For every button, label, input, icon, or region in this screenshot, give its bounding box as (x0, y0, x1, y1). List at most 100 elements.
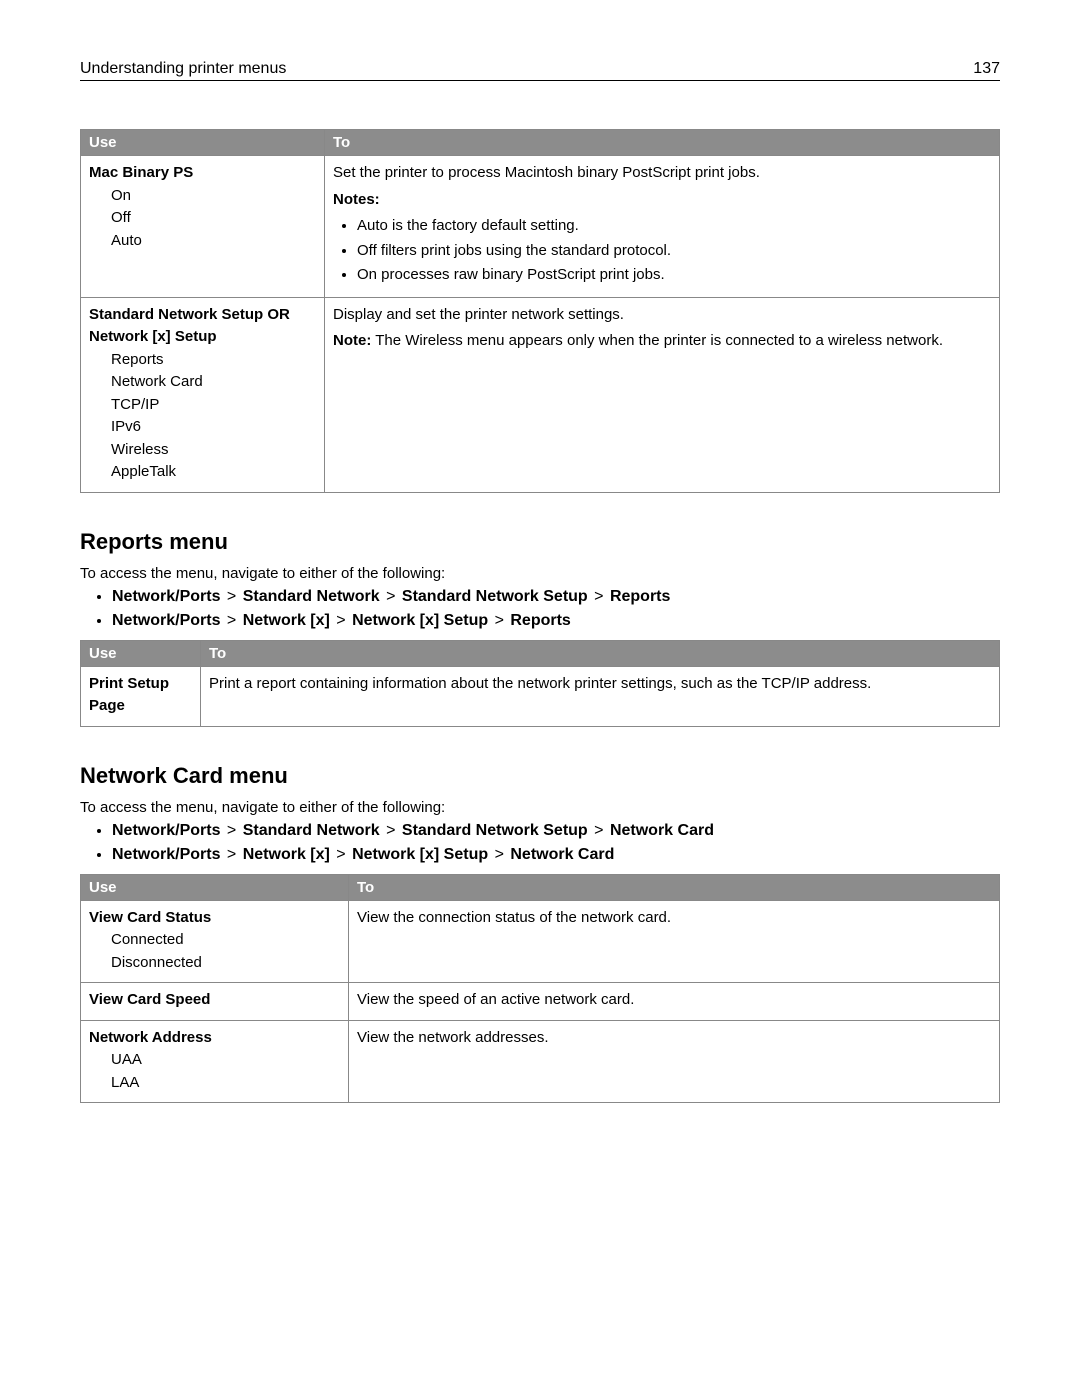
option-list: Connected Disconnected (89, 929, 340, 974)
crumb: Network/Ports (112, 612, 220, 629)
crumb: Network Card (510, 846, 614, 863)
table-row: Mac Binary PS On Off Auto Set the printe… (81, 156, 1000, 298)
breadcrumb-sep: > (225, 846, 238, 863)
crumb: Standard Network Setup (402, 822, 588, 839)
crumb: Network [x] Setup (352, 612, 488, 629)
note-text: The Wireless menu appears only when the … (371, 332, 943, 349)
table-row: Print Setup Page Print a report containi… (81, 666, 1000, 726)
option-list: Reports Network Card TCP/IP IPv6 Wireles… (89, 349, 316, 484)
table-row: Network Address UAA LAA View the network… (81, 1020, 1000, 1103)
option-item: LAA (111, 1072, 340, 1095)
breadcrumb: Network/Ports > Network [x] > Network [x… (112, 846, 1000, 864)
option-item: Reports (111, 349, 316, 372)
option-item: AppleTalk (111, 461, 316, 484)
option-title: View Card Speed (89, 989, 340, 1012)
cell-use: Standard Network Setup OR Network [x] Se… (81, 297, 325, 492)
crumb: Network [x] (243, 846, 330, 863)
breadcrumb-sep: > (225, 822, 238, 839)
cell-use: View Card Status Connected Disconnected (81, 900, 349, 983)
option-item: Network Card (111, 371, 316, 394)
cell-to: View the speed of an active network card… (349, 983, 1000, 1021)
crumb: Standard Network (243, 588, 380, 605)
breadcrumb-sep: > (384, 588, 397, 605)
crumb: Reports (610, 588, 670, 605)
cell-use: View Card Speed (81, 983, 349, 1021)
breadcrumb-sep: > (592, 822, 605, 839)
breadcrumb-sep: > (592, 588, 605, 605)
breadcrumb-sep: > (493, 612, 506, 629)
option-item: Wireless (111, 439, 316, 462)
option-item: TCP/IP (111, 394, 316, 417)
page-header: Understanding printer menus 137 (80, 60, 1000, 81)
breadcrumb-sep: > (225, 612, 238, 629)
heading-network-card-menu: Network Card menu (80, 763, 1000, 789)
crumb: Network [x] Setup (352, 846, 488, 863)
header-title: Understanding printer menus (80, 60, 286, 78)
reports-paths: Network/Ports > Standard Network > Stand… (80, 588, 1000, 630)
option-list: On Off Auto (89, 185, 316, 253)
breadcrumb-sep: > (225, 588, 238, 605)
th-to: To (325, 130, 1000, 156)
option-item: On (111, 185, 316, 208)
heading-reports-menu: Reports menu (80, 529, 1000, 555)
table-row: Standard Network Setup OR Network [x] Se… (81, 297, 1000, 492)
cell-to: Set the printer to process Macintosh bin… (325, 156, 1000, 298)
cell-note: Note: The Wireless menu appears only whe… (333, 330, 991, 353)
cell-to: View the connection status of the networ… (349, 900, 1000, 983)
notes-label: Notes: (333, 189, 991, 212)
netcard-intro: To access the menu, navigate to either o… (80, 799, 1000, 816)
option-list: UAA LAA (89, 1049, 340, 1094)
breadcrumb-sep: > (334, 612, 347, 629)
cell-use: Network Address UAA LAA (81, 1020, 349, 1103)
crumb: Network/Ports (112, 846, 220, 863)
crumb: Standard Network (243, 822, 380, 839)
page-number: 137 (973, 60, 1000, 78)
option-title: Mac Binary PS (89, 162, 316, 185)
table-row: View Card Speed View the speed of an act… (81, 983, 1000, 1021)
cell-use: Mac Binary PS On Off Auto (81, 156, 325, 298)
th-use: Use (81, 130, 325, 156)
note-prefix: Note: (333, 332, 371, 349)
cell-desc: Display and set the printer network sett… (333, 304, 991, 327)
menu-table-netcard: Use To View Card Status Connected Discon… (80, 874, 1000, 1104)
option-title: View Card Status (89, 907, 340, 930)
option-item: Disconnected (111, 952, 340, 975)
th-use: Use (81, 640, 201, 666)
cell-to: Print a report containing information ab… (201, 666, 1000, 726)
option-item: UAA (111, 1049, 340, 1072)
breadcrumb: Network/Ports > Network [x] > Network [x… (112, 612, 1000, 630)
option-item: Off (111, 207, 316, 230)
cell-use: Print Setup Page (81, 666, 201, 726)
menu-table-network: Use To Mac Binary PS On Off Auto Set the… (80, 129, 1000, 493)
crumb: Reports (510, 612, 570, 629)
breadcrumb-sep: > (384, 822, 397, 839)
option-item: IPv6 (111, 416, 316, 439)
breadcrumb-sep: > (334, 846, 347, 863)
menu-table-reports: Use To Print Setup Page Print a report c… (80, 640, 1000, 727)
crumb: Network/Ports (112, 822, 220, 839)
crumb: Standard Network Setup (402, 588, 588, 605)
note-item: Off filters print jobs using the standar… (357, 240, 991, 263)
breadcrumb: Network/Ports > Standard Network > Stand… (112, 588, 1000, 606)
netcard-paths: Network/Ports > Standard Network > Stand… (80, 822, 1000, 864)
option-title-line1: Standard Network Setup OR (89, 304, 316, 327)
th-to: To (201, 640, 1000, 666)
table-row: View Card Status Connected Disconnected … (81, 900, 1000, 983)
th-use: Use (81, 874, 349, 900)
option-title-line2: Network [x] Setup (89, 326, 316, 349)
crumb: Network/Ports (112, 588, 220, 605)
breadcrumb: Network/Ports > Standard Network > Stand… (112, 822, 1000, 840)
note-item: Auto is the factory default setting. (357, 215, 991, 238)
cell-to: Display and set the printer network sett… (325, 297, 1000, 492)
cell-to: View the network addresses. (349, 1020, 1000, 1103)
notes-list: Auto is the factory default setting. Off… (333, 215, 991, 287)
th-to: To (349, 874, 1000, 900)
option-title: Network Address (89, 1027, 340, 1050)
crumb: Network Card (610, 822, 714, 839)
cell-desc: Set the printer to process Macintosh bin… (333, 162, 991, 185)
breadcrumb-sep: > (493, 846, 506, 863)
option-item: Connected (111, 929, 340, 952)
reports-intro: To access the menu, navigate to either o… (80, 565, 1000, 582)
option-item: Auto (111, 230, 316, 253)
crumb: Network [x] (243, 612, 330, 629)
